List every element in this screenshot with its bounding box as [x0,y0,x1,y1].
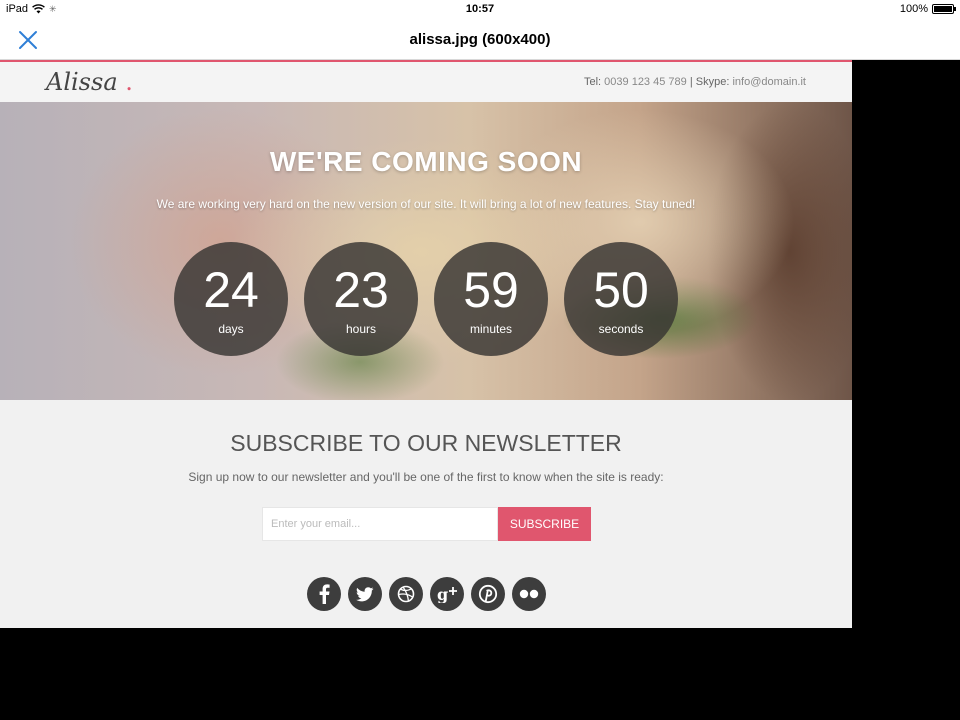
pinterest-icon[interactable] [471,577,505,611]
flickr-icon[interactable] [512,577,546,611]
dribbble-icon[interactable] [389,577,423,611]
tel-label: Tel: [583,76,602,88]
site-header: Alissa . Tel: 0039 123 45 789 | Skype: i… [0,60,852,102]
twitter-icon[interactable] [348,577,382,611]
tel-number: 0039 123 45 789 [604,76,687,88]
image-preview: Alissa . Tel: 0039 123 45 789 | Skype: i… [0,60,852,628]
newsletter-section: SUBSCRIBE TO OUR NEWSLETTER Sign up now … [0,400,852,628]
nav-title: alissa.jpg (600x400) [409,31,551,48]
countdown: 24 days 23 hours 59 minutes 50 seconds [174,242,684,356]
status-right: 100% [899,3,956,15]
svg-text:g: g [437,585,448,603]
battery-icon [932,4,956,14]
logo-text: Alissa [46,68,118,96]
status-bar: iPad ✳ 10:57 100% [0,0,960,20]
countdown-days: 24 days [174,242,288,356]
battery-percent: 100% [899,3,928,15]
hero-title: WE'RE COMING SOON [269,146,583,177]
email-input[interactable] [262,507,498,541]
hero-subtitle: We are working very hard on the new vers… [156,197,696,211]
logo-dot: . [125,68,133,96]
social-links: g [307,577,546,611]
google-plus-icon[interactable]: g [430,577,464,611]
contact-info: Tel: 0039 123 45 789 | Skype: info@domai… [584,76,806,88]
countdown-value: 23 [333,262,389,318]
status-time: 10:57 [465,3,495,15]
countdown-seconds: 50 seconds [564,242,678,356]
countdown-label: hours [345,322,377,336]
hero-section: WE'RE COMING SOON We are working very ha… [0,102,852,400]
contact-separator: | [689,76,693,88]
countdown-value: 24 [203,262,259,318]
facebook-icon[interactable] [307,577,341,611]
countdown-label: days [218,322,244,336]
nav-bar: alissa.jpg (600x400) [0,20,960,60]
countdown-hours: 23 hours [304,242,418,356]
countdown-value: 59 [463,262,519,318]
countdown-label: minutes [469,322,513,336]
subscribe-button[interactable]: SUBSCRIBE [498,507,591,541]
newsletter-form: SUBSCRIBE [262,507,591,541]
battery-fill [934,6,952,12]
newsletter-subtitle: Sign up now to our newsletter and you'll… [188,470,664,484]
site-logo: Alissa . [46,68,133,96]
skype-id: info@domain.it [732,76,806,88]
countdown-value: 50 [593,262,649,318]
newsletter-title: SUBSCRIBE TO OUR NEWSLETTER [230,430,622,456]
countdown-label: seconds [598,322,644,336]
skype-label: Skype: [695,76,730,88]
countdown-minutes: 59 minutes [434,242,548,356]
